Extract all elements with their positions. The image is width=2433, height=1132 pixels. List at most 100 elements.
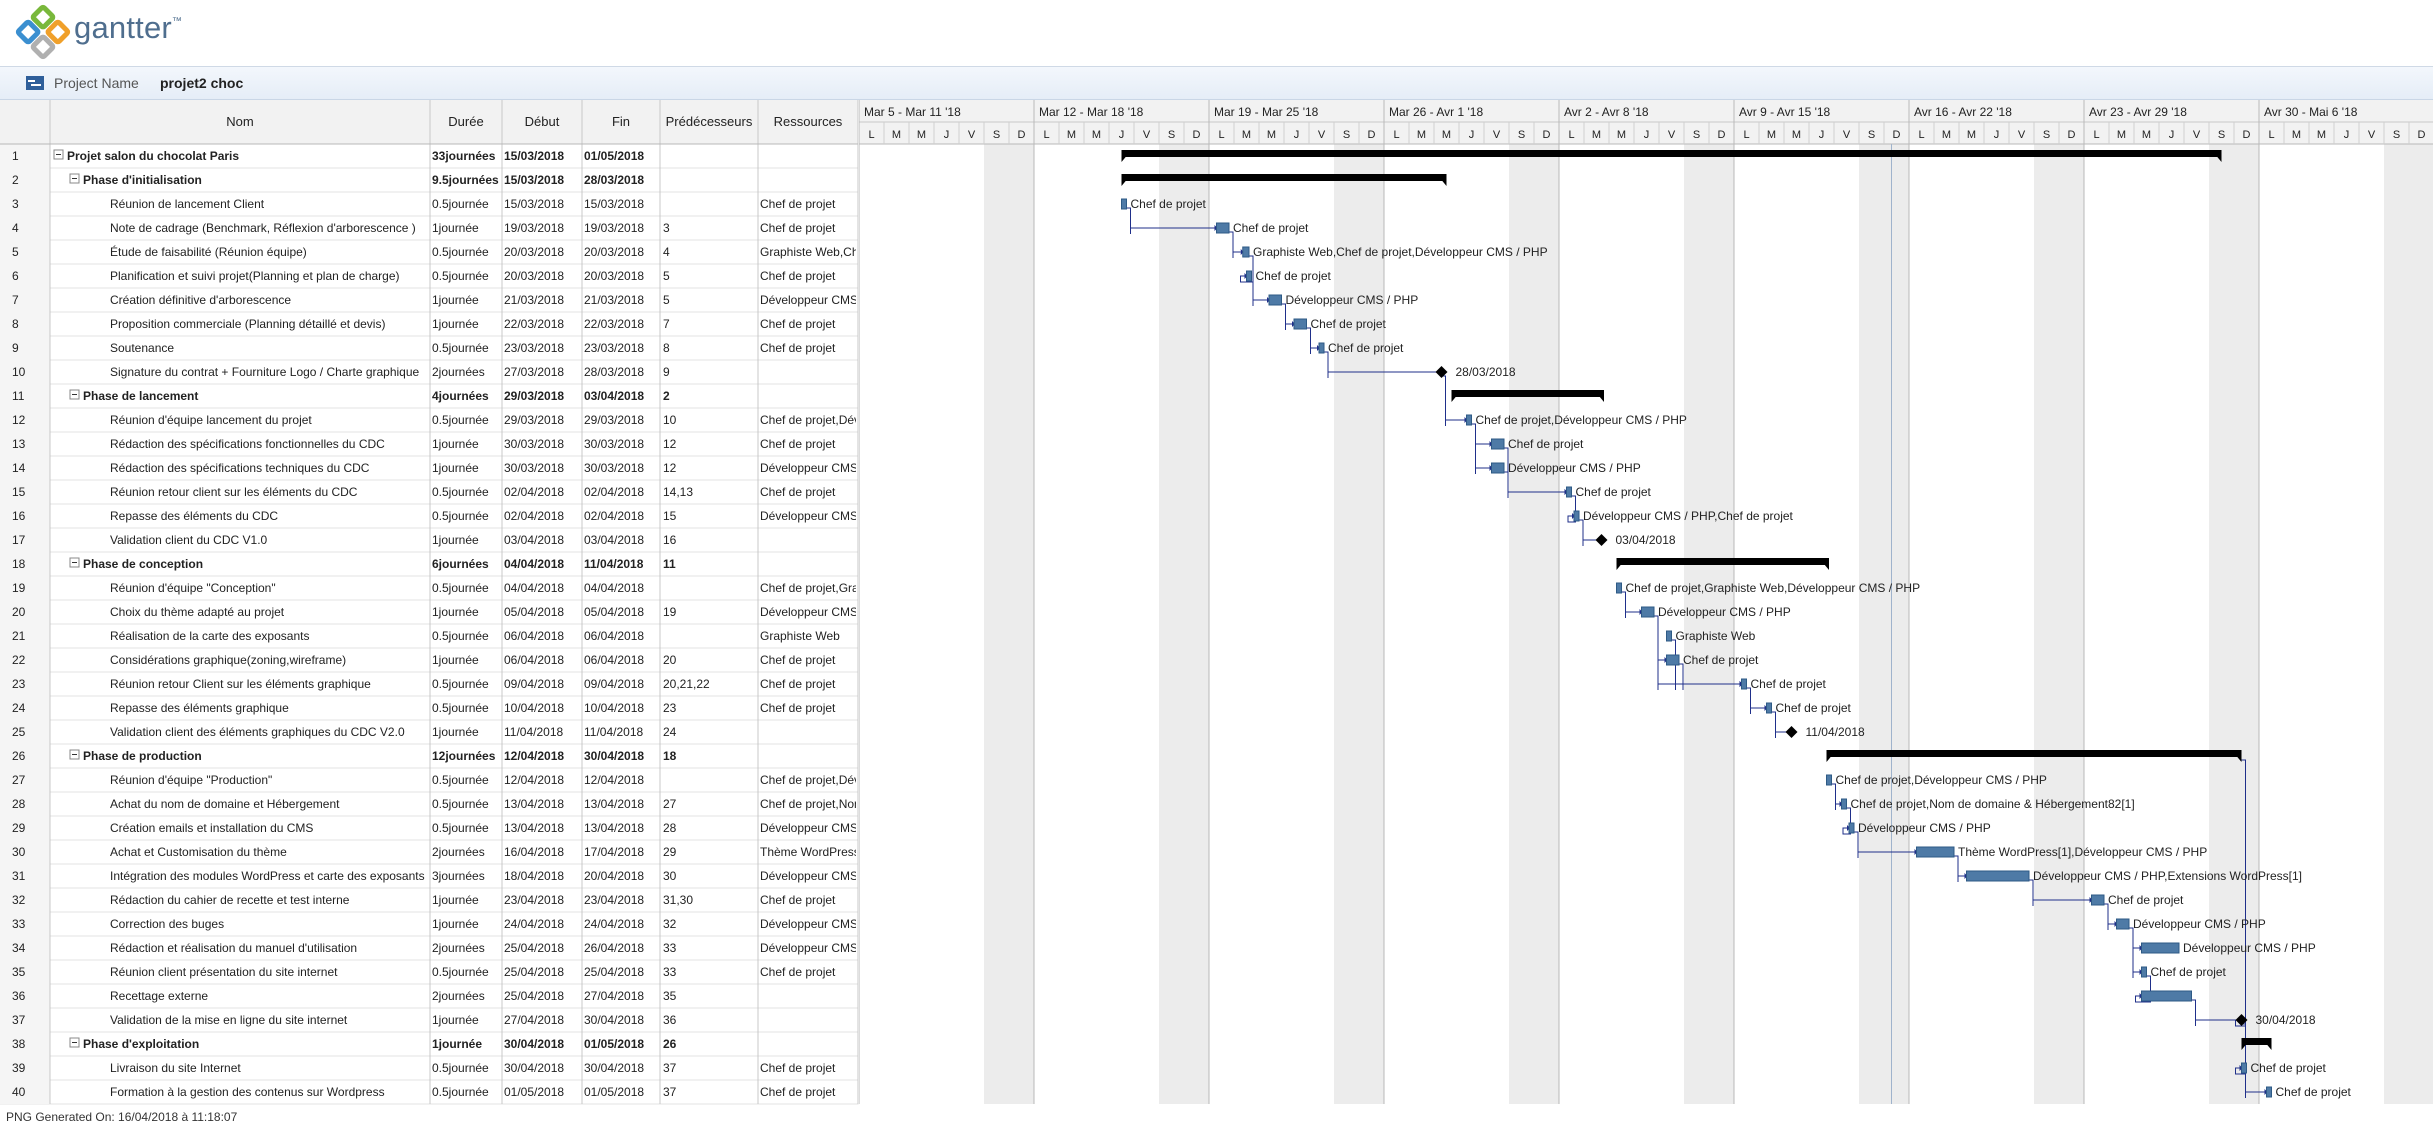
task-start[interactable]: 29/03/2018 (504, 389, 564, 403)
task-duration[interactable]: 2journées (432, 365, 485, 379)
task-duration[interactable]: 1journée (432, 725, 479, 739)
column-header-duration[interactable]: Durée (448, 114, 483, 129)
task-duration[interactable]: 1journée (432, 1013, 479, 1027)
task-duration[interactable]: 1journée (432, 605, 479, 619)
task-predecessors[interactable]: 26 (663, 1037, 677, 1051)
task-bar[interactable] (2266, 1086, 2272, 1098)
task-duration[interactable]: 4journées (432, 389, 489, 403)
summary-bar[interactable] (1616, 558, 1830, 565)
task-end[interactable]: 01/05/2018 (584, 149, 644, 163)
task-end[interactable]: 01/05/2018 (584, 1037, 644, 1051)
task-end[interactable]: 20/04/2018 (584, 869, 644, 883)
milestone-diamond[interactable] (1785, 726, 1798, 738)
task-duration[interactable]: 2journées (432, 941, 485, 955)
task-predecessors[interactable]: 10 (663, 413, 677, 427)
summary-bar[interactable] (1451, 390, 1605, 397)
task-duration[interactable]: 0.5journée (432, 341, 489, 355)
task-name[interactable]: Achat du nom de domaine et Hébergement (110, 797, 340, 811)
task-end[interactable]: 28/03/2018 (584, 365, 644, 379)
task-end[interactable]: 05/04/2018 (584, 605, 644, 619)
task-resources[interactable]: Chef de projet,Développeur CMS / PHP (760, 413, 859, 427)
task-bar[interactable] (1916, 846, 1955, 858)
task-predecessors[interactable]: 18 (663, 749, 677, 763)
task-duration[interactable]: 1journée (432, 1037, 482, 1051)
task-start[interactable]: 23/04/2018 (504, 893, 564, 907)
task-end[interactable]: 09/04/2018 (584, 677, 644, 691)
task-duration[interactable]: 3journées (432, 869, 485, 883)
task-resources[interactable]: Développeur CMS / PHP (760, 941, 859, 955)
task-predecessors[interactable]: 14,13 (663, 485, 693, 499)
task-start[interactable]: 25/04/2018 (504, 941, 564, 955)
task-start[interactable]: 05/04/2018 (504, 605, 564, 619)
task-predecessors[interactable]: 20,21,22 (663, 677, 710, 691)
task-resources[interactable]: Chef de projet,Nom de domaine & Hébergem… (760, 797, 859, 811)
task-resources[interactable]: Chef de projet,Développeur CMS / PHP (760, 773, 859, 787)
task-name[interactable]: Réunion de lancement Client (110, 197, 265, 211)
task-resources[interactable]: Développeur CMS / PHP (760, 605, 859, 619)
task-duration[interactable]: 0.5journée (432, 701, 489, 715)
task-predecessors[interactable]: 8 (663, 341, 670, 355)
task-start[interactable]: 04/04/2018 (504, 581, 564, 595)
task-start[interactable]: 25/04/2018 (504, 989, 564, 1003)
task-end[interactable]: 23/04/2018 (584, 893, 644, 907)
task-end[interactable]: 20/03/2018 (584, 269, 644, 283)
task-end[interactable]: 17/04/2018 (584, 845, 644, 859)
task-resources[interactable]: Chef de projet (760, 221, 836, 235)
task-start[interactable]: 10/04/2018 (504, 701, 564, 715)
task-name[interactable]: Choix du thème adapté au projet (110, 605, 285, 619)
task-end[interactable]: 15/03/2018 (584, 197, 644, 211)
summary-bar[interactable] (1826, 750, 2242, 757)
task-end[interactable]: 13/04/2018 (584, 821, 644, 835)
task-predecessors[interactable]: 15 (663, 509, 677, 523)
project-name-value[interactable]: projet2 choc (160, 75, 243, 91)
task-resources[interactable]: Chef de projet (760, 485, 836, 499)
task-predecessors[interactable]: 33 (663, 941, 677, 955)
task-name[interactable]: Étude de faisabilité (Réunion équipe) (110, 244, 307, 259)
task-name[interactable]: Réunion client présentation du site inte… (110, 965, 338, 979)
task-duration[interactable]: 33journées (432, 149, 496, 163)
task-predecessors[interactable]: 12 (663, 437, 677, 451)
task-predecessors[interactable]: 20 (663, 653, 677, 667)
task-name[interactable]: Intégration des modules WordPress et car… (110, 869, 425, 883)
task-end[interactable]: 29/03/2018 (584, 413, 644, 427)
task-end[interactable]: 21/03/2018 (584, 293, 644, 307)
task-bar[interactable] (1318, 342, 1325, 354)
task-resources[interactable]: Chef de projet (760, 437, 836, 451)
task-duration[interactable]: 0.5journée (432, 413, 489, 427)
task-predecessors[interactable]: 37 (663, 1085, 677, 1099)
task-name[interactable]: Rédaction des spécifications techniques … (110, 461, 370, 475)
task-duration[interactable]: 1journée (432, 917, 479, 931)
task-bar[interactable] (2241, 1062, 2247, 1074)
task-duration[interactable]: 0.5journée (432, 509, 489, 523)
task-name[interactable]: Rédaction du cahier de recette et test i… (110, 893, 350, 907)
task-bar[interactable] (1966, 870, 2030, 882)
task-predecessors[interactable]: 11 (663, 557, 676, 571)
task-name[interactable]: Validation de la mise en ligne du site i… (110, 1013, 348, 1027)
task-end[interactable]: 06/04/2018 (584, 629, 644, 643)
task-predecessors[interactable]: 36 (663, 1013, 677, 1027)
task-duration[interactable]: 2journées (432, 845, 485, 859)
task-duration[interactable]: 1journée (432, 533, 479, 547)
task-predecessors[interactable]: 32 (663, 917, 677, 931)
task-predecessors[interactable]: 9 (663, 365, 670, 379)
task-start[interactable]: 20/03/2018 (504, 245, 564, 259)
task-duration[interactable]: 0.5journée (432, 797, 489, 811)
task-resources[interactable]: Chef de projet (760, 653, 836, 667)
task-end[interactable]: 30/04/2018 (584, 1061, 644, 1075)
task-resources[interactable]: Développeur CMS / PHP (760, 821, 859, 835)
task-bar[interactable] (1246, 270, 1252, 282)
column-header-resources[interactable]: Ressources (774, 114, 843, 129)
task-end[interactable]: 02/04/2018 (584, 485, 644, 499)
task-duration[interactable]: 0.5journée (432, 677, 489, 691)
task-name[interactable]: Considérations graphique(zoning,wirefram… (110, 653, 346, 667)
task-predecessors[interactable]: 4 (663, 245, 670, 259)
task-predecessors[interactable]: 7 (663, 317, 670, 331)
task-start[interactable]: 30/04/2018 (504, 1061, 564, 1075)
task-start[interactable]: 01/05/2018 (504, 1085, 564, 1099)
task-resources[interactable]: Chef de projet (760, 317, 836, 331)
task-resources[interactable]: Chef de projet (760, 1061, 836, 1075)
task-end[interactable]: 26/04/2018 (584, 941, 644, 955)
task-name[interactable]: Validation client des éléments graphique… (110, 725, 405, 739)
milestone-diamond[interactable] (1595, 534, 1608, 546)
task-name[interactable]: Recettage externe (110, 989, 208, 1003)
